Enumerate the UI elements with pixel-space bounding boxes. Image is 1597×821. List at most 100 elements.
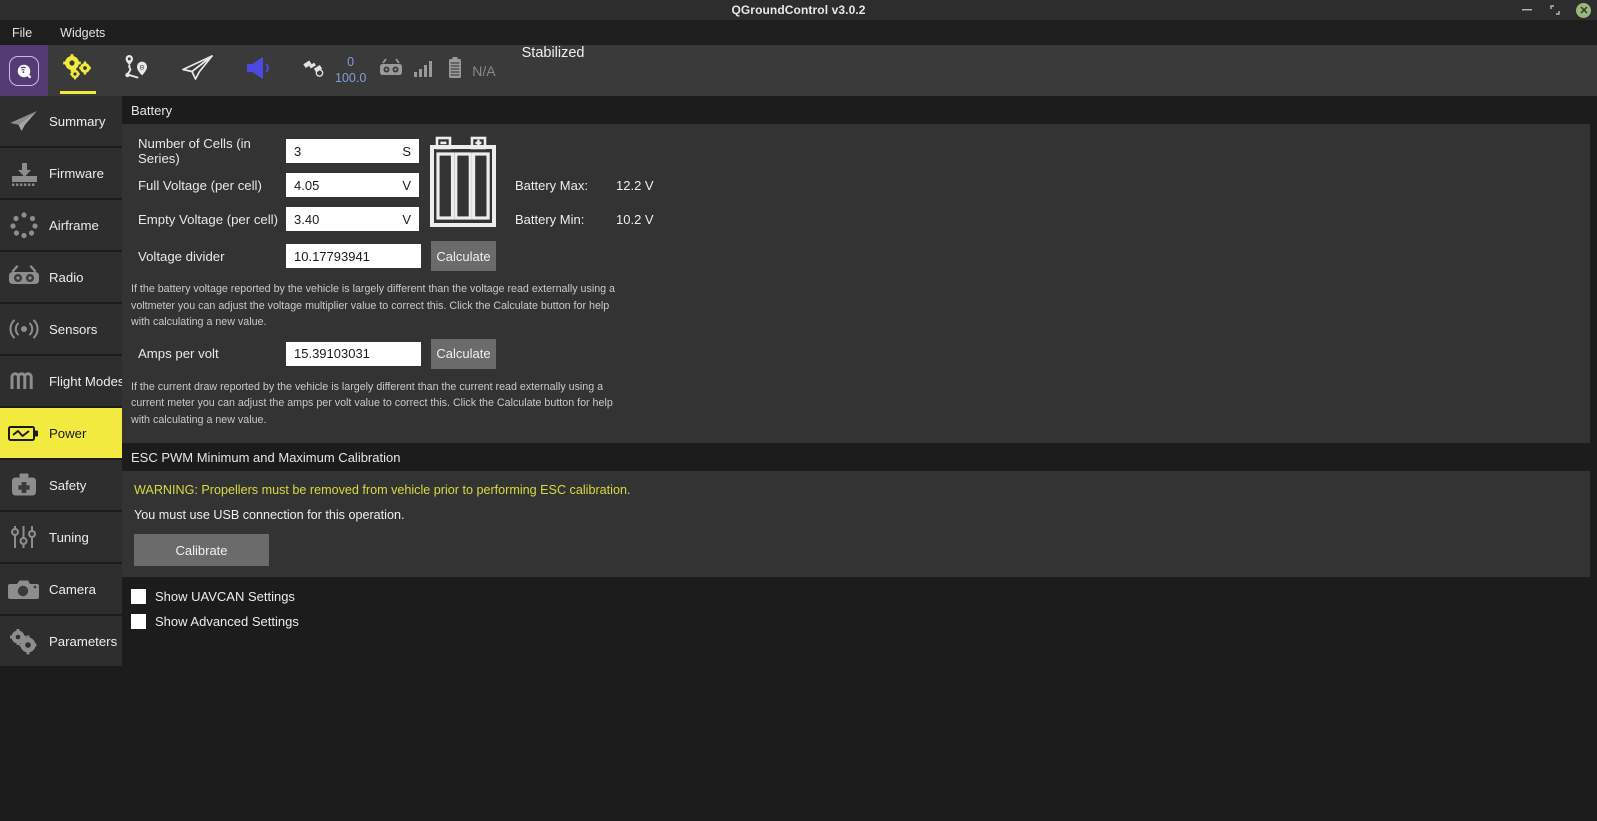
sidebar-item-summary[interactable]: Summary (0, 96, 122, 146)
battery-section-title: Battery (131, 103, 173, 118)
amps-per-volt-label: Amps per volt (138, 346, 219, 362)
gps-hdop-value: 100.0 (335, 70, 367, 85)
sidebar-item-sensors[interactable]: Sensors (0, 304, 122, 354)
esc-section-title: ESC PWM Minimum and Maximum Calibration (131, 450, 401, 466)
menu-file[interactable]: File (9, 24, 35, 42)
voltage-divider-row: Voltage divider 10.17793941 Calculate (122, 236, 1590, 276)
toolbar-plan-button[interactable]: B (108, 45, 168, 96)
esc-warning-text: WARNING: Propellers must be removed from… (134, 483, 631, 498)
gps-values: 0 100.0 (335, 55, 366, 86)
battery-cells-icon (429, 134, 501, 234)
empty-voltage-unit: V (402, 211, 411, 227)
sidebar-item-label: Tuning (49, 529, 89, 545)
voltage-divider-input[interactable]: 10.17793941 (286, 244, 421, 268)
maximize-button[interactable] (1548, 3, 1562, 17)
flight-modes-icon (6, 364, 42, 398)
checkbox-label: Show UAVCAN Settings (155, 589, 295, 605)
empty-voltage-row: Empty Voltage (per cell) 3.40 V (122, 202, 419, 236)
cells-row: Number of Cells (in Series) 3 S (122, 134, 419, 168)
full-voltage-input[interactable]: 4.05 V (286, 173, 419, 197)
full-voltage-label: Full Voltage (per cell) (138, 177, 262, 193)
sidebar-item-camera[interactable]: Camera (0, 564, 122, 614)
flight-mode-selector[interactable]: Stabilized (502, 45, 585, 96)
battery-readouts: Battery Max: 12.2 V Battery Min: 10.2 V (515, 134, 654, 236)
signal-bars-icon (413, 58, 435, 83)
voltage-divider-help-text: If the battery voltage reported by the v… (131, 283, 616, 329)
battery-min-label: Battery Min: (515, 211, 585, 227)
rc-transmitter-icon (378, 57, 404, 84)
battery-value: N/A (472, 62, 496, 79)
safety-kit-icon (6, 468, 42, 502)
sidebar-item-power[interactable]: Power (0, 408, 122, 458)
voltage-divider-calculate-button[interactable]: Calculate (431, 241, 496, 271)
esc-note-text: You must use USB connection for this ope… (134, 508, 405, 523)
cells-label: Number of Cells (in Series) (138, 136, 251, 166)
rc-status[interactable] (372, 45, 441, 96)
show-uavcan-settings-checkbox[interactable]: Show UAVCAN Settings (122, 584, 1597, 609)
gps-satellite-count: 0 (347, 55, 355, 70)
gears-icon (61, 53, 95, 88)
toolbar-analyze-button[interactable] (228, 45, 288, 96)
sidebar-item-airframe[interactable]: Airframe (0, 200, 122, 250)
sidebar-item-label: Airframe (49, 217, 99, 233)
battery-max-label: Battery Max: (515, 177, 588, 193)
battery-min-readout: Battery Min: 10.2 V (515, 202, 654, 236)
checkbox-label: Show Advanced Settings (155, 614, 299, 630)
app-body: Summary Firmware Airframe Radio Sensors … (0, 96, 1597, 821)
qgc-logo-button[interactable] (0, 45, 48, 96)
sidebar-item-radio[interactable]: Radio (0, 252, 122, 302)
show-advanced-settings-checkbox[interactable]: Show Advanced Settings (122, 609, 1597, 634)
esc-panel: WARNING: Propellers must be removed from… (122, 471, 1590, 578)
cells-input[interactable]: 3 S (286, 139, 419, 163)
checkbox-box[interactable] (131, 614, 146, 630)
radio-controller-icon (6, 260, 42, 294)
cells-value: 3 (294, 143, 302, 159)
sidebar-item-label: Flight Modes (49, 373, 125, 389)
sidebar-item-firmware[interactable]: Firmware (0, 148, 122, 198)
waypoints-icon: B (121, 53, 155, 88)
paper-plane-icon (179, 53, 217, 88)
sidebar-item-label: Summary (49, 113, 106, 129)
toolbar-fly-button[interactable] (168, 45, 228, 96)
firmware-download-icon (6, 156, 42, 190)
full-voltage-unit: V (402, 177, 411, 193)
battery-min-value: 10.2 V (616, 211, 654, 227)
sidebar-item-parameters[interactable]: Parameters (0, 616, 122, 666)
amps-per-volt-row: Amps per volt 15.39103031 Calculate (122, 334, 1590, 374)
sidebar-item-label: Camera (49, 581, 96, 597)
satellite-icon (302, 56, 326, 85)
menu-widgets[interactable]: Widgets (57, 24, 108, 42)
window-titlebar: QGroundControl v3.0.2 (0, 0, 1597, 20)
battery-icon (447, 56, 463, 85)
toolbar-settings-button[interactable] (48, 45, 108, 96)
window-title: QGroundControl v3.0.2 (731, 3, 866, 17)
calibrate-button[interactable]: Calibrate (134, 534, 269, 567)
minimize-button[interactable] (1520, 3, 1534, 17)
camera-icon (6, 572, 42, 606)
settings-checkboxes: Show UAVCAN Settings Show Advanced Setti… (122, 577, 1597, 634)
amps-per-volt-input[interactable]: 15.39103031 (286, 341, 421, 366)
voltage-divider-value: 10.17793941 (294, 248, 370, 264)
gps-status[interactable]: 0 100.0 (296, 45, 372, 96)
megaphone-icon (243, 55, 273, 86)
svg-text:B: B (140, 64, 144, 71)
empty-voltage-input[interactable]: 3.40 V (286, 207, 419, 231)
battery-max-value: 12.2 V (616, 177, 654, 193)
sidebar-item-flight-modes[interactable]: Flight Modes (0, 356, 125, 406)
battery-status[interactable]: N/A (441, 45, 501, 96)
sidebar-item-tuning[interactable]: Tuning (0, 512, 122, 562)
window-controls (1520, 0, 1591, 20)
sidebar-item-label: Sensors (49, 321, 98, 337)
sidebar-item-safety[interactable]: Safety (0, 460, 122, 510)
sidebar-item-label: Power (49, 425, 87, 441)
main-toolbar: B 0 100.0 N/A Stabilized (0, 45, 1597, 96)
close-button[interactable] (1576, 2, 1591, 18)
empty-voltage-label: Empty Voltage (per cell) (138, 211, 278, 227)
airframe-propeller-icon (6, 208, 42, 242)
sidebar-item-label: Firmware (49, 165, 104, 181)
amps-per-volt-calculate-button[interactable]: Calculate (431, 338, 496, 369)
checkbox-box[interactable] (131, 589, 146, 605)
amps-per-volt-value: 15.39103031 (294, 346, 370, 362)
sidebar-item-label: Radio (49, 269, 84, 285)
